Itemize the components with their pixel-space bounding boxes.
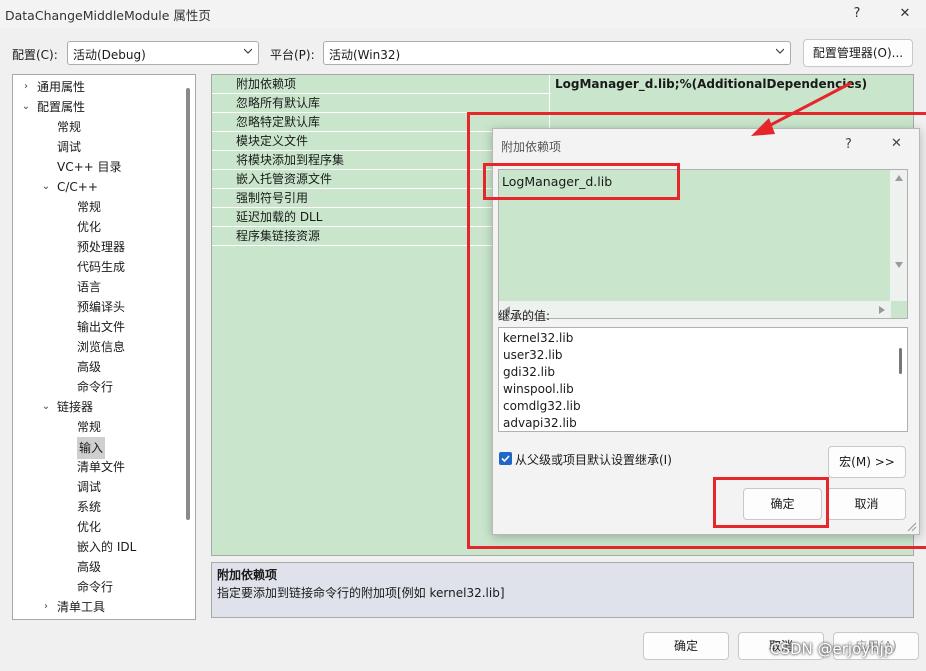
tree-item-label: 命令行	[77, 580, 114, 594]
tree-item-label: 优化	[77, 520, 102, 534]
tree-item-label: 浏览信息	[77, 340, 126, 354]
tree-item-label: 常规	[77, 420, 102, 434]
tree-item-label: 语言	[77, 280, 102, 294]
platform-select[interactable]: 活动(Win32)	[323, 41, 791, 65]
tree-item-label: 命令行	[77, 380, 114, 394]
config-manager-button[interactable]: 配置管理器(O)...	[803, 39, 913, 67]
config-value: 活动(Debug)	[73, 48, 146, 62]
tree-item-label: 调试	[77, 480, 102, 494]
chevron-right-icon[interactable]: ›	[21, 77, 31, 97]
tree-item-label: 输出文件	[77, 320, 126, 334]
tree-item-label: 链接器	[57, 400, 94, 414]
platform-label: 平台(P):	[270, 48, 315, 62]
tree-item-label: C/C++	[57, 180, 98, 194]
chevron-right-icon[interactable]: ›	[41, 597, 51, 617]
annotation-arrow-icon	[751, 81, 852, 136]
property-value[interactable]	[551, 94, 913, 113]
chevron-down-icon[interactable]: ⌄	[41, 397, 51, 417]
chevron-down-icon[interactable]: ⌄	[41, 177, 51, 197]
property-value[interactable]: LogManager_d.lib;%(AdditionalDependencie…	[551, 75, 913, 94]
tree-scrollbar[interactable]	[186, 88, 190, 520]
tree-item-label: 高级	[77, 360, 102, 374]
annotation-box-editor-text	[483, 163, 680, 200]
tree-item-label: 通用属性	[37, 80, 86, 94]
tree-item-label: 常规	[57, 120, 82, 134]
title-bar: DataChangeMiddleModule 属性页 ? ✕	[0, 0, 926, 28]
watermark: CSDN @erjoyhjp	[770, 640, 894, 658]
platform-value: 活动(Win32)	[329, 48, 401, 62]
tree-item-label: 嵌入的 IDL	[77, 540, 137, 554]
description-text: 指定要添加到链接命令行的附加项[例如 kernel32.lib]	[217, 586, 505, 600]
tree-item-label: 清单工具	[57, 600, 106, 614]
tree-item-label: 高级	[77, 560, 102, 574]
description-title: 附加依赖项	[217, 568, 278, 582]
help-button[interactable]: ?	[845, 4, 869, 24]
tree-item-label: 配置属性	[37, 100, 86, 114]
tree-item-label: 系统	[77, 500, 102, 514]
tree-item-label: 常规	[77, 200, 102, 214]
tree-item-label: 清单文件	[77, 460, 126, 474]
property-name: 忽略所有默认库	[212, 94, 550, 113]
close-button[interactable]: ✕	[893, 4, 917, 24]
config-select[interactable]: 活动(Debug)	[67, 41, 259, 65]
property-tree[interactable]: › 通用属性 ⌄ 配置属性 常规 调试 VC++ 目录 ⌄ C/C++ 常规 优化 预处理器 代码生成语…	[12, 74, 196, 620]
tree-item-label: 优化	[77, 220, 102, 234]
config-label: 配置(C):	[12, 48, 58, 62]
tree-item-label: 调试	[57, 140, 82, 154]
tree-item-label: VC++ 目录	[57, 160, 122, 174]
tree-item-label: 输入	[77, 437, 106, 459]
tree-item-label: 代码生成	[77, 260, 126, 274]
ok-button[interactable]: 确定	[643, 632, 729, 660]
window-title: DataChangeMiddleModule 属性页	[5, 8, 211, 23]
property-name: 附加依赖项	[212, 75, 550, 94]
tree-item-label: 预处理器	[77, 240, 126, 254]
chevron-down-icon	[776, 48, 784, 54]
tree-item-label: 预编译头	[77, 300, 126, 314]
annotation-box-ok-button	[713, 477, 829, 528]
chevron-down-icon[interactable]: ⌄	[21, 97, 31, 117]
chevron-down-icon	[244, 48, 252, 54]
description-panel: 附加依赖项 指定要添加到链接命令行的附加项[例如 kernel32.lib]	[211, 562, 914, 618]
